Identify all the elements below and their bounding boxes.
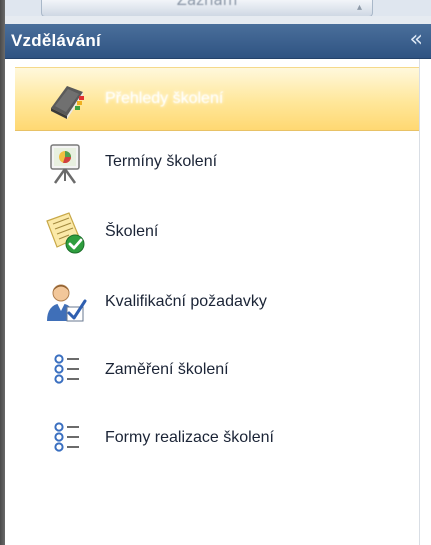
collapse-button[interactable]: « xyxy=(410,27,423,53)
separator xyxy=(5,16,431,24)
nav-item-label: Zaměření školení xyxy=(105,361,229,378)
nav-item-prehledy-skoleni[interactable]: Přehledy školení xyxy=(15,67,419,131)
presentation-easel-icon xyxy=(50,144,80,184)
nav-item-kvalifikacni-pozadavky[interactable]: Kvalifikační požadavky xyxy=(15,271,419,335)
nav-item-skoleni[interactable]: Školení xyxy=(15,201,419,265)
panel-title: Vzdělávání xyxy=(11,31,101,50)
nav-item-formy-realizace-skoleni[interactable]: Formy realizace školení xyxy=(15,407,419,471)
panel-right-border xyxy=(419,59,431,545)
nav-item-label: Kvalifikační požadavky xyxy=(105,293,267,310)
nav-item-terminy-skoleni[interactable]: Termíny školení xyxy=(15,131,419,195)
nav-item-label: Přehledy školení xyxy=(105,90,224,107)
book-icon xyxy=(51,86,84,119)
nav-item-label: Formy realizace školení xyxy=(105,429,274,446)
top-tab-label: Záznam xyxy=(176,0,238,9)
nav-item-label: Termíny školení xyxy=(105,153,218,170)
navigation-panel: Přehledy školení Termíny školení Školení… xyxy=(5,59,419,545)
scroll-arrow-icon[interactable]: ▴ xyxy=(357,2,362,13)
list-icon xyxy=(54,354,79,384)
list-icon xyxy=(54,422,79,452)
app-window: Záznam ▴ Vzdělávání « Přehledy školení T… xyxy=(0,0,431,545)
nav-item-zamereni-skoleni[interactable]: Zaměření školení xyxy=(15,339,419,403)
top-tab[interactable]: Záznam ▴ xyxy=(41,0,373,17)
person-check-icon xyxy=(47,284,87,322)
nav-item-label: Školení xyxy=(105,223,159,240)
panel-header: Vzdělávání « xyxy=(5,24,431,59)
document-check-icon xyxy=(46,212,85,254)
